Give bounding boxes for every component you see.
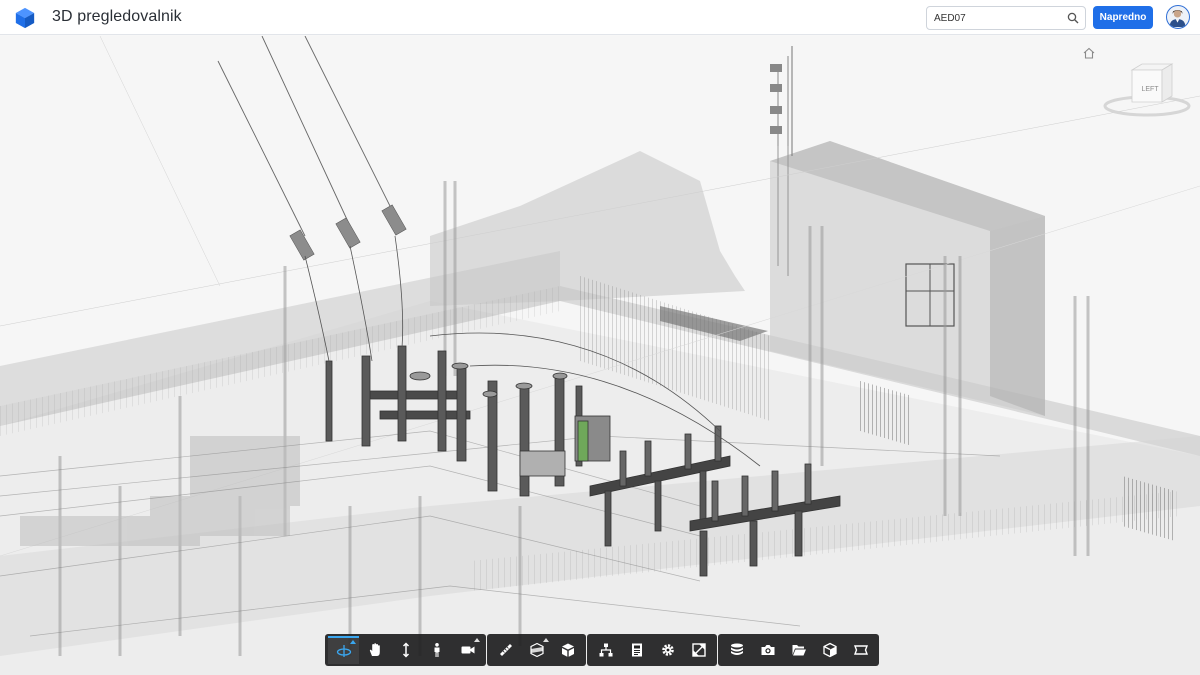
model-browser-button[interactable] — [590, 636, 621, 664]
user-avatar[interactable] — [1166, 5, 1190, 29]
app-title: 3D pregledovalnik — [52, 8, 182, 25]
toolbar-navigation — [325, 634, 486, 666]
screenshot-button[interactable] — [752, 636, 783, 664]
advanced-button[interactable]: Napredno — [1093, 6, 1153, 29]
area-button[interactable] — [845, 636, 876, 664]
view-cube-face-label[interactable]: LEFT — [1136, 86, 1164, 93]
model-browser-icon — [599, 643, 612, 657]
zoom-button[interactable] — [390, 636, 421, 664]
orbit-button[interactable] — [328, 636, 359, 664]
home-icon[interactable] — [1082, 46, 1096, 60]
first-person-button[interactable] — [421, 636, 452, 664]
section-icon — [529, 642, 544, 658]
submenu-indicator — [350, 640, 356, 644]
toolbar-tools — [487, 634, 586, 666]
search-box[interactable] — [926, 6, 1086, 30]
pan-button[interactable] — [359, 636, 390, 664]
3d-viewport[interactable]: LEFT — [0, 36, 1200, 675]
search-input[interactable] — [927, 7, 1057, 29]
settings-icon — [661, 644, 674, 656]
toolbar-extras — [718, 634, 879, 666]
search-icon[interactable] — [1067, 12, 1079, 24]
fullscreen-icon — [691, 643, 706, 657]
open-folder-icon — [792, 645, 806, 656]
toolbar-model — [587, 634, 717, 666]
camera-button[interactable] — [452, 636, 483, 664]
fullscreen-button[interactable] — [683, 636, 714, 664]
cube-view-icon — [822, 642, 837, 658]
explode-icon — [561, 643, 574, 657]
zoom-icon — [402, 642, 409, 658]
properties-icon — [631, 643, 642, 657]
measure-button[interactable] — [490, 636, 521, 664]
submenu-indicator — [543, 638, 549, 642]
camera-icon — [461, 646, 474, 654]
settings-button[interactable] — [652, 636, 683, 664]
section-button[interactable] — [521, 636, 552, 664]
screenshot-icon — [761, 645, 774, 655]
first-person-icon — [434, 643, 439, 657]
cube-logo-icon[interactable] — [14, 7, 36, 29]
submenu-indicator — [474, 638, 480, 642]
properties-button[interactable] — [621, 636, 652, 664]
layers-button[interactable] — [721, 636, 752, 664]
measure-icon — [499, 644, 512, 656]
user-avatar-icon — [1169, 9, 1186, 27]
app-header: 3D pregledovalnik Napredno — [0, 0, 1200, 35]
cube-view-button[interactable] — [814, 636, 845, 664]
layers-icon — [730, 643, 743, 655]
substation-model[interactable] — [0, 36, 1200, 675]
pan-icon — [369, 643, 380, 656]
area-icon — [853, 645, 868, 655]
explode-button[interactable] — [552, 636, 583, 664]
orbit-icon — [336, 645, 351, 657]
open-folder-button[interactable] — [783, 636, 814, 664]
